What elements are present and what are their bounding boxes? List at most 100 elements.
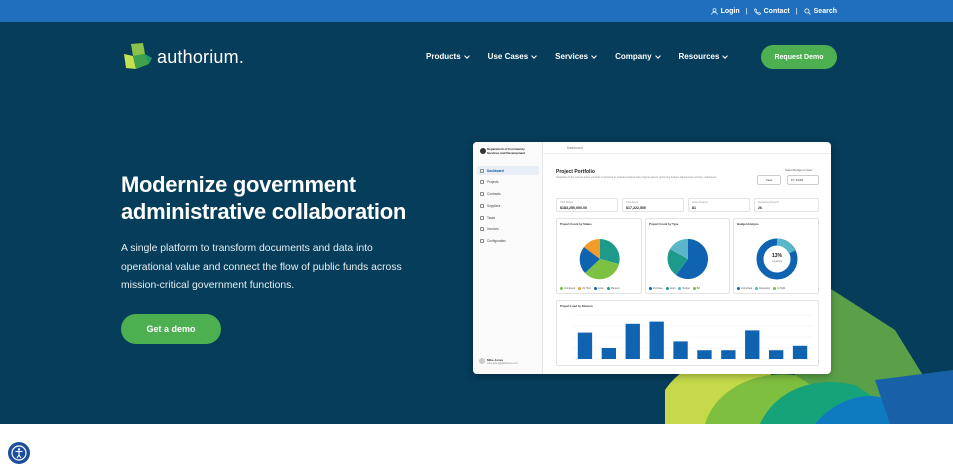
view-button: View [757, 175, 781, 185]
legend-label: Bill [696, 287, 700, 290]
menu-item-tasks: Tasks [477, 213, 539, 222]
accessibility-button[interactable] [8, 442, 30, 464]
donut-center-value: 13% [771, 253, 782, 259]
breadcrumb: Dashboard [567, 145, 583, 150]
request-demo-button[interactable]: Request Demo [761, 45, 837, 69]
nav-label: Company [615, 52, 652, 61]
menu-item-invoices: Invoices [477, 225, 539, 234]
bar [601, 348, 617, 359]
legend-label: Committed [741, 287, 753, 290]
legend-label: Budget [682, 287, 690, 290]
chart-legend: Completed On Hold Active Planned [560, 287, 638, 290]
menu-label: Invoices [487, 227, 499, 232]
type-pie [667, 238, 708, 279]
phone-icon [753, 7, 761, 15]
product-screenshot: Department of Community Services and Dev… [473, 142, 831, 374]
bar [649, 321, 664, 359]
org-label: Department of Community Services and Dev… [487, 147, 526, 155]
main-nav: Products Use Cases Services Company Reso… [426, 52, 729, 61]
menu-label: Projects [487, 180, 499, 185]
bar [697, 350, 712, 359]
authorium-logo[interactable]: authorium. [121, 42, 244, 72]
app-user: Mike Jones mike.jones@authorium.com [479, 358, 518, 366]
building-icon [480, 203, 484, 208]
app-topbar: Dashboard [543, 142, 831, 154]
kpi-value: $17,222,500 [626, 205, 646, 210]
nav-item-products[interactable]: Products [426, 52, 470, 61]
chart-legend: Committed Remaining In Flight [737, 287, 815, 290]
seal-icon [480, 148, 486, 154]
kpi-value: 81 [692, 205, 696, 210]
kpi-label: Total Spent [626, 201, 638, 204]
menu-item-configuration: Configuration [477, 237, 539, 246]
menu-item-suppliers: Suppliers [477, 201, 539, 210]
kpi-label: Total Budget [560, 201, 574, 204]
chevron-down-icon [654, 52, 661, 59]
kpi-card: Total Budget $183,250,000.00 [556, 198, 618, 212]
budget-chart-card: Budget Analysis 13% remaining Committed … [733, 218, 819, 294]
budget-select: FY 24/25 [787, 175, 819, 185]
menu-label: Tasks [487, 215, 496, 220]
kpi-value: 26 [758, 205, 762, 210]
contact-link[interactable]: Contact [753, 7, 790, 15]
menu-label: Contracts [487, 192, 501, 197]
kpi-card: Active Projects 81 [688, 198, 750, 212]
contact-label: Contact [763, 7, 790, 15]
type-chart-card: Project Count by Type Purchase Grant Bud… [645, 218, 730, 294]
bar [745, 330, 760, 359]
legend-label: Active [597, 287, 604, 290]
utility-bar: Login | Contact | Search [0, 0, 953, 22]
nav-label: Services [555, 52, 589, 61]
document-icon [480, 192, 484, 197]
chevron-down-icon [531, 52, 537, 59]
kpi-value: $183,250,000.00 [560, 205, 587, 210]
legend-label: Completed [564, 287, 576, 290]
app-sidebar: Department of Community Services and Dev… [473, 142, 543, 374]
nav-item-company[interactable]: Company [615, 52, 661, 61]
logo-text: authorium. [157, 46, 245, 67]
hero-title: Modernize government administrative coll… [121, 172, 407, 224]
legend-label: Grant [669, 287, 676, 290]
search-link[interactable]: Search [804, 8, 837, 15]
logo-mark-icon [124, 43, 152, 69]
legend-label: Remaining [759, 287, 771, 290]
legend-label: Purchase [653, 287, 663, 290]
bar [673, 341, 688, 359]
page-subtitle: Snapshot of the current active portfolio… [556, 176, 718, 179]
bar [792, 345, 808, 359]
gear-icon [480, 239, 484, 244]
get-demo-button[interactable]: Get a demo [121, 314, 221, 344]
division-chart-card: Project Load by Division [556, 300, 819, 366]
nav-item-services[interactable]: Services [555, 52, 597, 61]
hero-description: A single platform to transform documents… [121, 243, 402, 291]
user-email: mike.jones@authorium.com [487, 362, 519, 365]
status-pie [579, 239, 620, 280]
nav-label: Resources [678, 52, 720, 61]
bar [577, 332, 593, 359]
legend-label: On Hold [582, 287, 591, 290]
division-bar-chart [573, 314, 812, 360]
legend-label: In Flight [777, 287, 786, 290]
separator: | [745, 7, 748, 15]
login-label: Login [720, 7, 740, 15]
menu-label: Suppliers [487, 203, 501, 208]
bar [768, 350, 784, 359]
kpi-label: Remaining Projects [758, 201, 779, 204]
search-icon [804, 7, 811, 15]
menu-label: Configuration [487, 239, 506, 244]
bar [721, 350, 736, 359]
user-icon [710, 7, 718, 15]
search-label: Search [813, 7, 837, 15]
avatar [479, 358, 485, 364]
login-link[interactable]: Login [710, 7, 740, 15]
chevron-down-icon [722, 52, 729, 59]
org-name: Department of Community Services and Dev… [480, 147, 536, 156]
folder-icon [480, 180, 484, 185]
menu-item-contracts: Contracts [477, 190, 539, 199]
legend-label: Planned [610, 287, 620, 290]
app-menu: Dashboard Projects Contracts Suppliers T… [477, 166, 539, 249]
nav-item-use-cases[interactable]: Use Cases [488, 52, 537, 61]
dashboard-icon [480, 168, 484, 173]
nav-item-resources[interactable]: Resources [678, 52, 729, 61]
hero-section: authorium. Products Use Cases Services C… [0, 22, 953, 424]
